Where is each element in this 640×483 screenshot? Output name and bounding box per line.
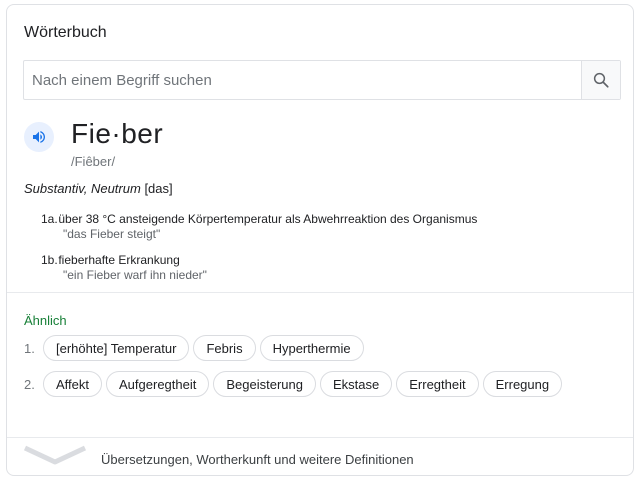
sense-1b: 1b. fieberhafte Erkrankung "ein Fieber w… xyxy=(41,253,207,282)
phonetic: /Fiêber/ xyxy=(71,154,116,169)
pos-type: Substantiv, Neutrum xyxy=(24,181,141,196)
pronunciation-button[interactable] xyxy=(24,122,54,152)
speaker-icon xyxy=(33,131,45,143)
dictionary-card: Wörterbuch Fie·ber /Fiêber/ Substantiv, … xyxy=(6,4,634,476)
search-box xyxy=(23,60,621,100)
similar-chip[interactable]: Begeisterung xyxy=(213,371,316,397)
article: [das] xyxy=(144,181,173,196)
sense-number: 1a. xyxy=(41,212,58,226)
similar-chip[interactable]: Febris xyxy=(193,335,256,361)
search-icon xyxy=(593,72,609,88)
sense-number: 1b. xyxy=(41,253,58,267)
more-definitions-expander[interactable]: Übersetzungen, Wortherkunft und weitere … xyxy=(7,437,633,475)
similar-chip[interactable]: Affekt xyxy=(43,371,103,397)
similar-chip[interactable]: Hyperthermie xyxy=(259,335,364,361)
search-button[interactable] xyxy=(581,61,620,99)
headword: Fie·ber xyxy=(71,118,164,149)
group-number: 1. xyxy=(24,340,35,356)
similar-group-2: 2. Affekt Aufgeregtheit Begeisterung Eks… xyxy=(24,371,566,397)
sense-1a: 1a. über 38 °C ansteigende Körpertempera… xyxy=(41,212,477,241)
sense-example: "das Fieber steigt" xyxy=(63,227,161,241)
part-of-speech: Substantiv, Neutrum [das] xyxy=(24,181,173,196)
similar-chip[interactable]: [erhöhte] Temperatur xyxy=(43,335,190,361)
sense-example: "ein Fieber warf ihn nieder" xyxy=(63,268,207,282)
similar-heading: Ähnlich xyxy=(24,313,67,328)
search-input[interactable] xyxy=(24,61,581,99)
footer-label: Übersetzungen, Wortherkunft und weitere … xyxy=(101,452,414,467)
sense-definition: über 38 °C ansteigende Körpertemperatur … xyxy=(58,212,478,226)
similar-group-1: 1. [erhöhte] Temperatur Febris Hyperther… xyxy=(24,335,368,361)
similar-chip[interactable]: Aufgeregtheit xyxy=(106,371,210,397)
panel-title: Wörterbuch xyxy=(24,24,107,41)
group-number: 2. xyxy=(24,376,35,392)
similar-chip[interactable]: Ekstase xyxy=(319,371,393,397)
similar-chip[interactable]: Erregung xyxy=(482,371,563,397)
similar-chip[interactable]: Erregtheit xyxy=(396,371,479,397)
divider xyxy=(7,292,633,293)
chevron-down-icon xyxy=(23,445,87,465)
sense-definition: fieberhafte Erkrankung xyxy=(58,253,180,267)
